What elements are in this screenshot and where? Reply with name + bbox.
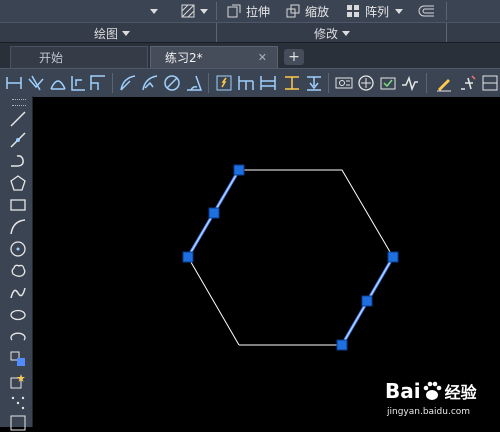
toolbar-separator xyxy=(112,73,113,93)
dimension-toolbar xyxy=(0,68,500,98)
offset-icon xyxy=(418,5,434,17)
linear-dimension-icon[interactable] xyxy=(4,73,24,93)
ordinate-dimension-icon[interactable] xyxy=(68,73,88,93)
toolbar-separator xyxy=(426,73,427,93)
grip-endpoint[interactable] xyxy=(336,339,348,351)
baseline-dimension-icon[interactable] xyxy=(214,73,234,93)
draw-toolbar xyxy=(0,96,33,431)
ribbon-separator xyxy=(216,2,217,20)
tab-drawing[interactable]: 练习2* ✕ xyxy=(150,46,278,68)
stretch-icon xyxy=(227,4,241,18)
watermark-logo: Bai 经验 xyxy=(385,378,477,404)
continue-dimension-icon[interactable] xyxy=(236,73,256,93)
radius-dimension-icon[interactable] xyxy=(88,73,108,93)
add-tab-button[interactable]: + xyxy=(284,49,304,65)
grip-midpoint[interactable] xyxy=(208,207,220,219)
arc-length-icon[interactable] xyxy=(48,73,68,93)
draw-panel-title[interactable]: 绘图 xyxy=(94,25,131,42)
grip-endpoint[interactable] xyxy=(233,164,245,176)
chevron-down-icon xyxy=(200,8,208,14)
jogged-linear-icon[interactable] xyxy=(378,73,398,93)
ellipse-icon[interactable] xyxy=(9,306,27,324)
insert-block-icon[interactable] xyxy=(9,350,27,368)
panel-separator xyxy=(446,23,447,43)
close-icon[interactable]: ✕ xyxy=(258,51,267,64)
angular-dimension-icon[interactable] xyxy=(162,73,182,93)
grip-endpoint[interactable] xyxy=(182,251,194,263)
draw-dropdown-caret[interactable] xyxy=(150,2,158,20)
line-icon[interactable] xyxy=(9,110,27,128)
dimension-edit-icon[interactable] xyxy=(400,73,420,93)
offset-button[interactable] xyxy=(418,2,436,20)
tolerance-icon[interactable] xyxy=(304,73,324,93)
ribbon-buttons-row: 拉伸 缩放 阵列 xyxy=(0,0,500,22)
ribbon-separator xyxy=(446,2,447,20)
chevron-down-icon xyxy=(122,31,131,36)
dimension-break-icon[interactable] xyxy=(282,73,302,93)
array-icon xyxy=(347,5,359,17)
grip-midpoint[interactable] xyxy=(361,295,373,307)
tab-drawing-label: 练习2* xyxy=(165,51,203,65)
quick-dimension-icon[interactable] xyxy=(184,73,204,93)
modify-panel-label: 修改 xyxy=(314,27,339,41)
ribbon: 拉伸 缩放 阵列 绘图 修改 xyxy=(0,0,500,43)
hexagon-edges[interactable] xyxy=(187,169,394,346)
ellipse-arc-icon[interactable] xyxy=(9,328,27,346)
watermark-url: jingyan.baidu.com xyxy=(387,407,471,417)
paw-icon xyxy=(423,381,441,400)
chevron-down-icon xyxy=(150,8,158,14)
arc-icon[interactable] xyxy=(9,218,27,236)
toolbar-grip[interactable] xyxy=(12,99,26,106)
point-icon[interactable] xyxy=(9,394,27,412)
polyline-icon[interactable] xyxy=(9,152,27,170)
array-button[interactable]: 阵列 xyxy=(345,2,404,20)
tab-start[interactable]: 开始 xyxy=(10,46,148,68)
dimension-text-edit-icon[interactable] xyxy=(434,73,454,93)
grip-endpoint[interactable] xyxy=(387,251,399,263)
modify-panel-title[interactable]: 修改 xyxy=(314,25,351,42)
watermark-logo-suffix: 经验 xyxy=(444,383,477,402)
polygon-icon[interactable] xyxy=(9,174,27,192)
ribbon-panel-titles: 绘图 修改 xyxy=(0,22,500,43)
jogged-dimension-icon[interactable] xyxy=(118,73,138,93)
dimension-style-icon[interactable] xyxy=(480,73,500,93)
scale-icon xyxy=(286,4,300,18)
construction-line-icon[interactable] xyxy=(9,131,27,149)
tab-start-label: 开始 xyxy=(39,51,64,65)
circle-icon[interactable] xyxy=(9,240,27,258)
hatch-icon xyxy=(181,4,195,18)
scale-button[interactable]: 缩放 xyxy=(285,2,329,20)
toolbar-separator xyxy=(208,73,209,93)
spline-icon[interactable] xyxy=(9,284,27,302)
dimension-space-icon[interactable] xyxy=(258,73,278,93)
make-block-icon[interactable] xyxy=(9,372,27,390)
center-mark-icon[interactable] xyxy=(334,73,354,93)
chevron-down-icon xyxy=(342,31,351,36)
diameter-dimension-icon[interactable] xyxy=(140,73,160,93)
stretch-button[interactable]: 拉伸 xyxy=(226,2,270,20)
watermark-logo-text: Bai xyxy=(385,379,421,403)
file-tab-bar: 开始 练习2* ✕ xyxy=(0,42,500,69)
inspection-icon[interactable] xyxy=(356,73,376,93)
revision-cloud-icon[interactable] xyxy=(9,262,27,280)
hatch-button[interactable] xyxy=(180,2,208,20)
array-label: 阵列 xyxy=(365,4,390,19)
aligned-dimension-icon[interactable] xyxy=(26,73,46,93)
baidu-jingyan-watermark: Bai 经验 jingyan.baidu.com xyxy=(385,378,497,423)
draw-panel-label: 绘图 xyxy=(94,27,119,41)
rectangle-icon[interactable] xyxy=(9,196,27,214)
toolbar-separator xyxy=(328,73,329,93)
chevron-down-icon xyxy=(395,8,404,14)
panel-separator xyxy=(216,23,217,43)
stretch-label: 拉伸 xyxy=(246,4,271,19)
hatch-icon[interactable] xyxy=(9,414,27,432)
scale-label: 缩放 xyxy=(305,4,330,19)
dimension-update-icon[interactable] xyxy=(458,73,478,93)
